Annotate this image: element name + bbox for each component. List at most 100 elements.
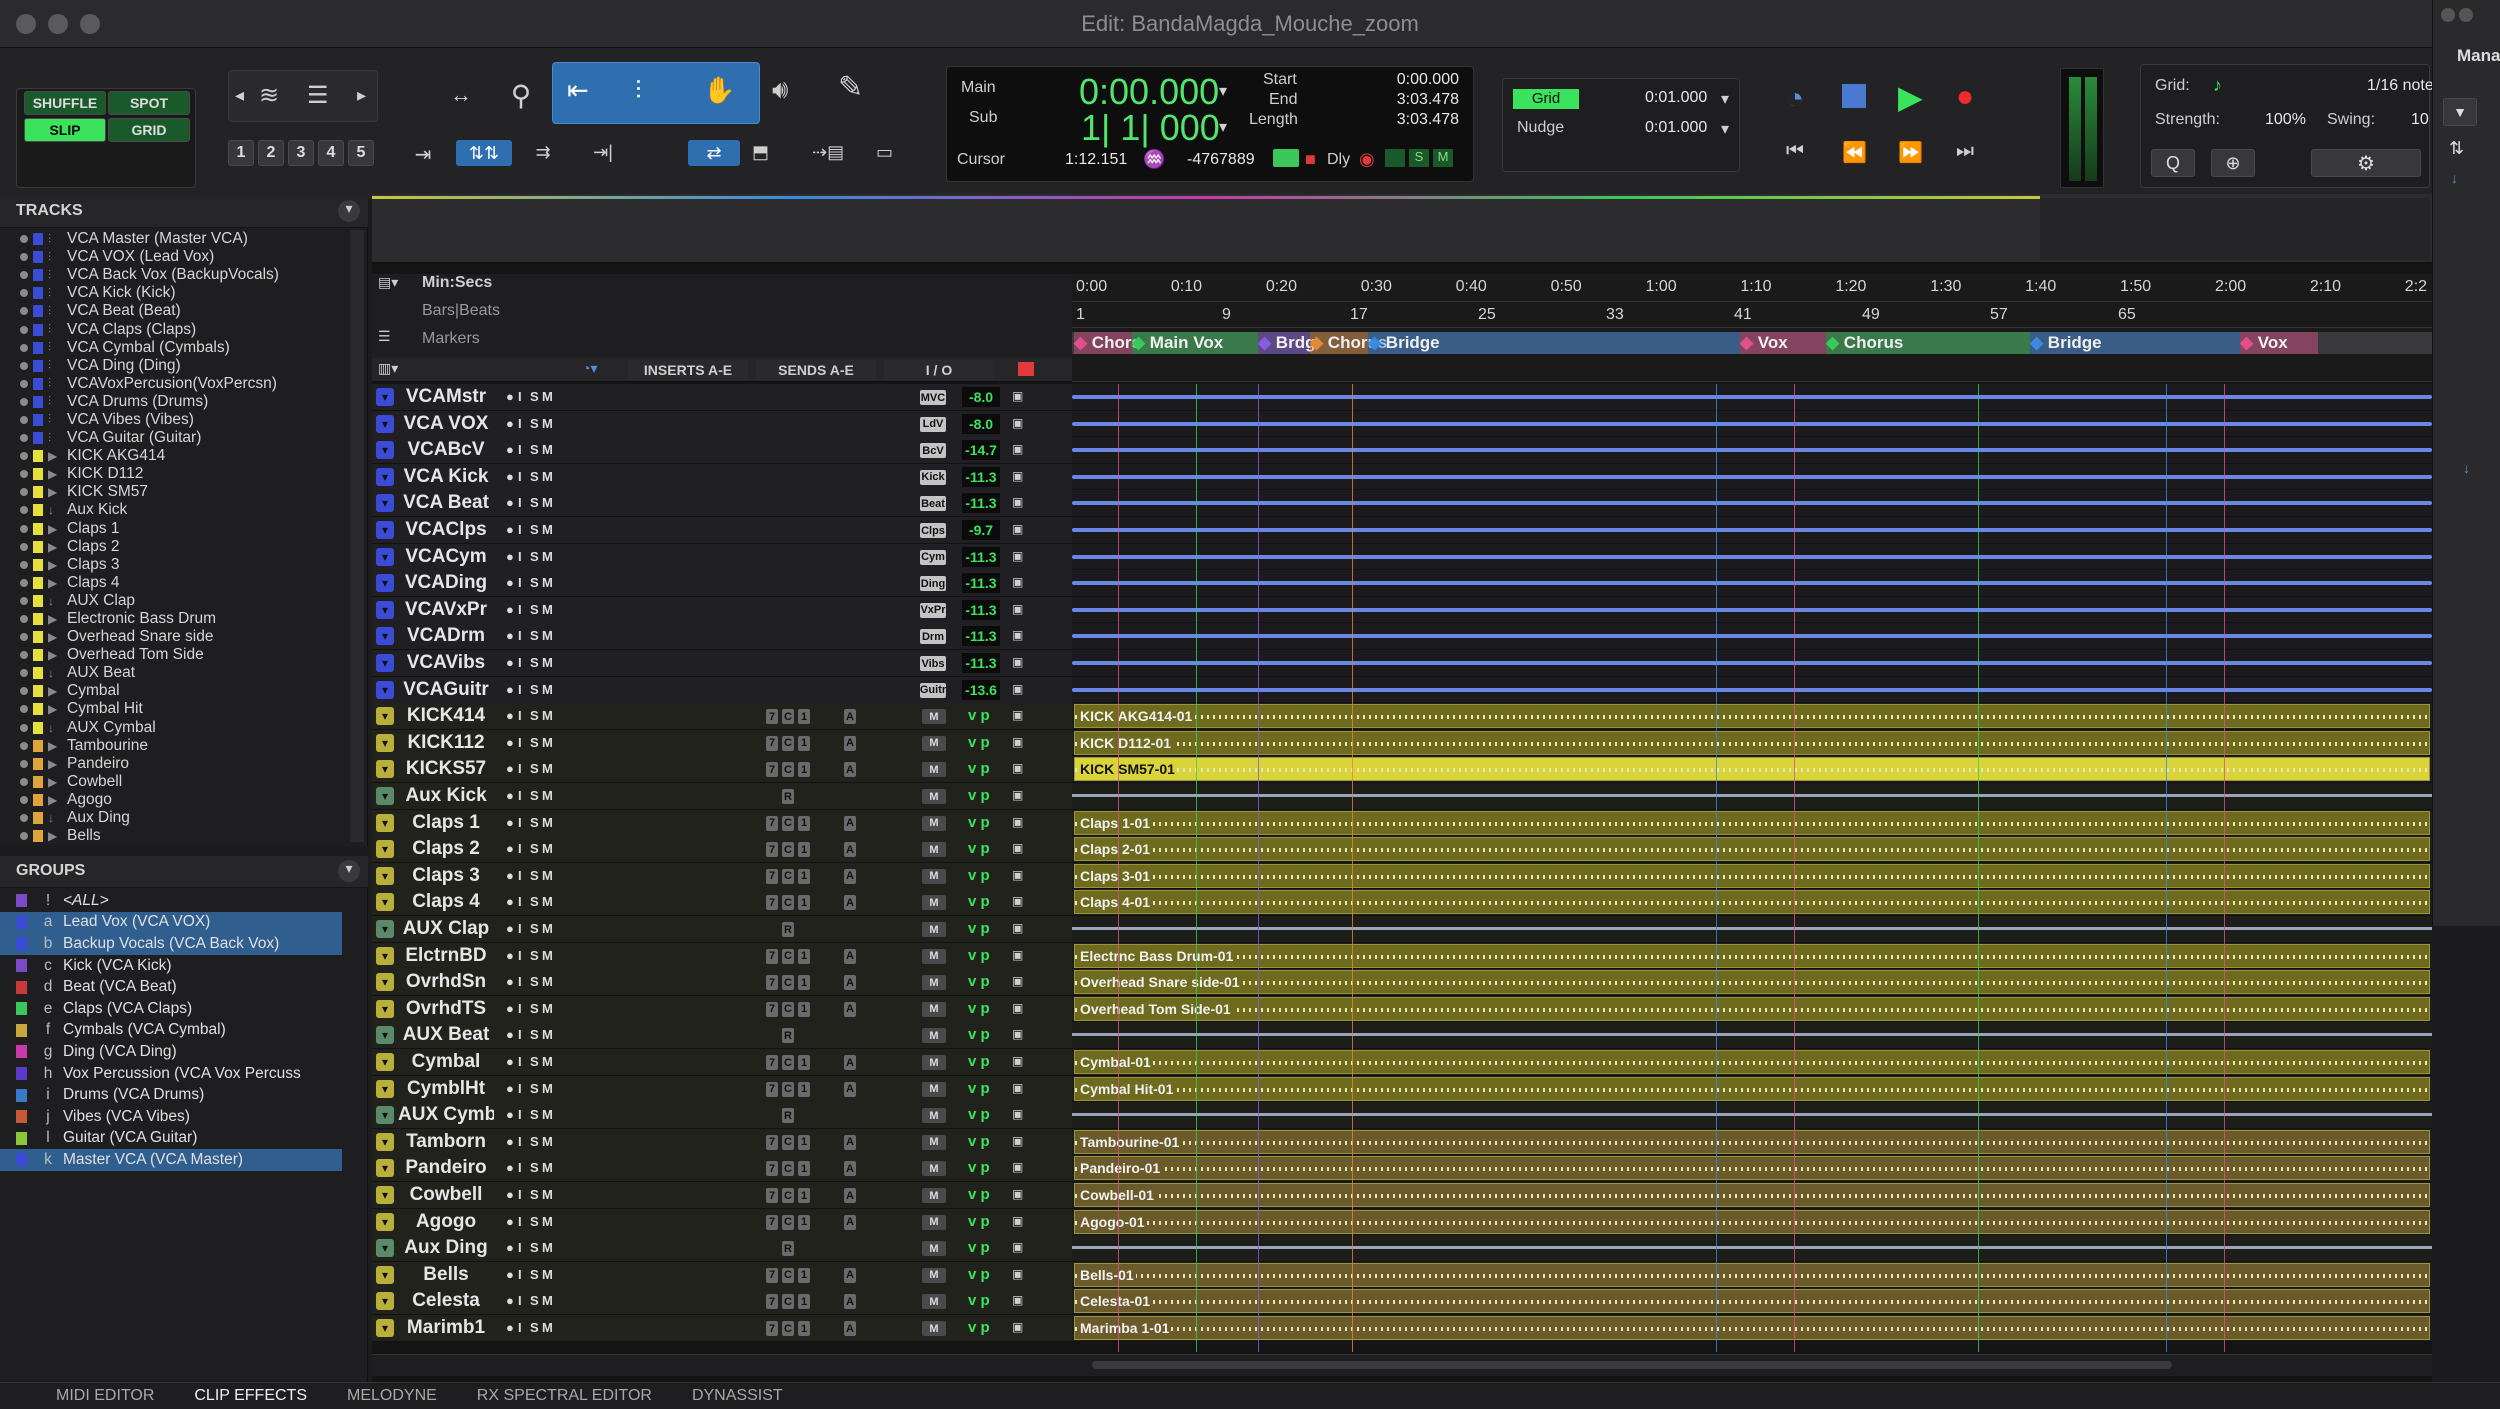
- track-expand-icon[interactable]: ▾: [376, 521, 394, 539]
- insert-slot[interactable]: C: [782, 1294, 794, 1310]
- end-value[interactable]: 3:03.478: [1397, 91, 1459, 109]
- minsecs-ruler[interactable]: 0:00 0:10 0:20 0:30 0:40 0:50 1:00 1:10 1:20 1:30…: [1072, 274, 2432, 302]
- bottom-tab-clip-effects[interactable]: CLIP EFFECTS: [194, 1387, 307, 1405]
- insert-slot[interactable]: 7: [766, 1001, 778, 1017]
- gear-icon[interactable]: ⚙: [2311, 149, 2421, 177]
- track-name[interactable]: VCAVibs: [398, 652, 494, 674]
- track-list-item[interactable]: ⫶ VCA Vibes (Vibes): [0, 411, 350, 429]
- zoom-q-icon[interactable]: ⊕: [2211, 149, 2255, 177]
- group-list-item[interactable]: j Vibes (VCA Vibes): [0, 1106, 342, 1128]
- playlist-icon[interactable]: ▣: [1012, 1267, 1023, 1281]
- group-list-item[interactable]: l Guitar (VCA Guitar): [0, 1128, 342, 1150]
- track-mute-button[interactable]: M: [542, 761, 553, 776]
- insert-slot[interactable]: 7: [766, 1134, 778, 1150]
- start-value[interactable]: 0:00.000: [1397, 71, 1459, 89]
- insert-slot[interactable]: 1: [798, 1321, 810, 1336]
- visibility-dot[interactable]: [20, 235, 28, 244]
- swing-value[interactable]: 10: [2411, 111, 2429, 129]
- track-record-button[interactable]: ●: [506, 894, 514, 909]
- insert-slot[interactable]: C: [782, 1188, 794, 1203]
- track-input-button[interactable]: I: [518, 974, 522, 989]
- visibility-dot[interactable]: [20, 795, 28, 804]
- track-expand-icon[interactable]: ▾: [376, 680, 394, 699]
- track-name[interactable]: VCADing: [398, 572, 494, 594]
- track-list-item[interactable]: ⫶ VCA Beat (Beat): [0, 302, 350, 320]
- audio-clip[interactable]: Pandeiro-01: [1074, 1156, 2430, 1181]
- track-expand-icon[interactable]: ▾: [376, 388, 394, 406]
- track-record-button[interactable]: ●: [506, 442, 514, 457]
- track-mute-button[interactable]: M: [542, 708, 553, 723]
- track-input-button[interactable]: I: [518, 1293, 522, 1308]
- sort-icon[interactable]: ⇅: [2449, 138, 2464, 159]
- track-mute-button[interactable]: M: [542, 974, 553, 989]
- nudge-value[interactable]: 0:01.000: [1645, 119, 1707, 137]
- track-mute-button[interactable]: M: [542, 1214, 553, 1229]
- track-record-button[interactable]: ●: [506, 1027, 514, 1042]
- track-record-button[interactable]: ●: [506, 841, 514, 856]
- io-selector[interactable]: M: [922, 1214, 946, 1230]
- track-expand-icon[interactable]: ▾: [376, 1159, 394, 1178]
- io-selector[interactable]: M: [922, 1241, 946, 1257]
- track-list-item[interactable]: ▶ KICK SM57: [0, 483, 350, 501]
- track-solo-button[interactable]: S: [530, 1320, 539, 1335]
- track-list-item[interactable]: ⫶ VCAVoxPercusion(VoxPercsn): [0, 375, 350, 393]
- track-solo-button[interactable]: S: [530, 628, 539, 643]
- visibility-dot[interactable]: [20, 705, 28, 714]
- track-mute-button[interactable]: M: [542, 948, 553, 963]
- audio-clip[interactable]: KICK SM57-01: [1074, 757, 2430, 782]
- track-record-button[interactable]: ●: [506, 549, 514, 564]
- track-list-item[interactable]: ▶ Electronic Bass Drum: [0, 610, 350, 628]
- playlist-icon[interactable]: ▣: [1012, 948, 1023, 962]
- playlist-icon[interactable]: ▣: [1012, 1134, 1023, 1148]
- insert-slot[interactable]: 7: [766, 1294, 778, 1310]
- io-selector[interactable]: M: [922, 922, 946, 937]
- insert-slot[interactable]: 7: [766, 868, 778, 884]
- track-list-item[interactable]: ⫶ VCA Master (Master VCA): [0, 230, 350, 248]
- track-list-item[interactable]: ▶ Claps 4: [0, 574, 350, 592]
- track-input-button[interactable]: I: [518, 1081, 522, 1096]
- track-solo-button[interactable]: S: [530, 549, 539, 564]
- volume-value[interactable]: -11.3: [962, 599, 1000, 620]
- track-name[interactable]: VCACym: [398, 546, 494, 568]
- filter-icon[interactable]: ▼: [2443, 98, 2477, 126]
- click-icon[interactable]: [1385, 149, 1405, 167]
- track-solo-button[interactable]: S: [530, 1160, 539, 1175]
- track-list-item[interactable]: ▶ KICK AKG414: [0, 447, 350, 465]
- note-icon[interactable]: ♪: [2213, 75, 2222, 96]
- visibility-dot[interactable]: [20, 307, 28, 316]
- track-mute-button[interactable]: M: [542, 1240, 553, 1255]
- track-mute-button[interactable]: M: [542, 868, 553, 883]
- track-solo-button[interactable]: S: [530, 921, 539, 936]
- volume-value[interactable]: -13.6: [962, 679, 1000, 700]
- track-input-button[interactable]: I: [518, 841, 522, 856]
- track-name[interactable]: Agogo: [398, 1211, 494, 1233]
- track-mute-button[interactable]: M: [542, 575, 553, 590]
- track-list-item[interactable]: ▶ Tambourine: [0, 737, 350, 755]
- return-to-zero-icon[interactable]: ⏮: [1786, 140, 1804, 163]
- track-mute-button[interactable]: M: [542, 788, 553, 803]
- track-input-button[interactable]: I: [518, 1240, 522, 1255]
- grid-toggle-button[interactable]: Grid: [1513, 89, 1579, 109]
- track-record-button[interactable]: ●: [506, 1320, 514, 1335]
- playlist-icon[interactable]: ▣: [1012, 1001, 1023, 1015]
- audio-clip[interactable]: Overhead Tom Side-01: [1074, 996, 2430, 1021]
- track-solo-button[interactable]: S: [530, 602, 539, 617]
- visibility-dot[interactable]: [20, 452, 28, 461]
- horizontal-scrollbar[interactable]: [372, 1354, 2432, 1376]
- insert-slot[interactable]: 1: [798, 1001, 810, 1017]
- link-track-icon[interactable]: ⇉: [520, 142, 566, 163]
- track-solo-button[interactable]: S: [530, 894, 539, 909]
- audio-clip[interactable]: Celesta-01: [1074, 1289, 2430, 1314]
- visibility-dot[interactable]: [20, 741, 28, 750]
- universe-overview[interactable]: [372, 194, 2432, 264]
- track-mute-button[interactable]: M: [542, 894, 553, 909]
- track-record-button[interactable]: ●: [506, 1293, 514, 1308]
- mirror-midi-icon[interactable]: ⬒: [752, 142, 769, 163]
- insert-slot[interactable]: 1: [798, 975, 810, 991]
- visibility-dot[interactable]: [20, 289, 28, 298]
- io-selector[interactable]: M: [922, 1055, 946, 1070]
- track-list-item[interactable]: ↓ AUX Beat: [0, 664, 350, 682]
- track-list-item[interactable]: ⫶ VCA Claps (Claps): [0, 320, 350, 338]
- track-list-item[interactable]: ▶ Overhead Snare side: [0, 628, 350, 646]
- strength-value[interactable]: 100%: [2265, 111, 2306, 129]
